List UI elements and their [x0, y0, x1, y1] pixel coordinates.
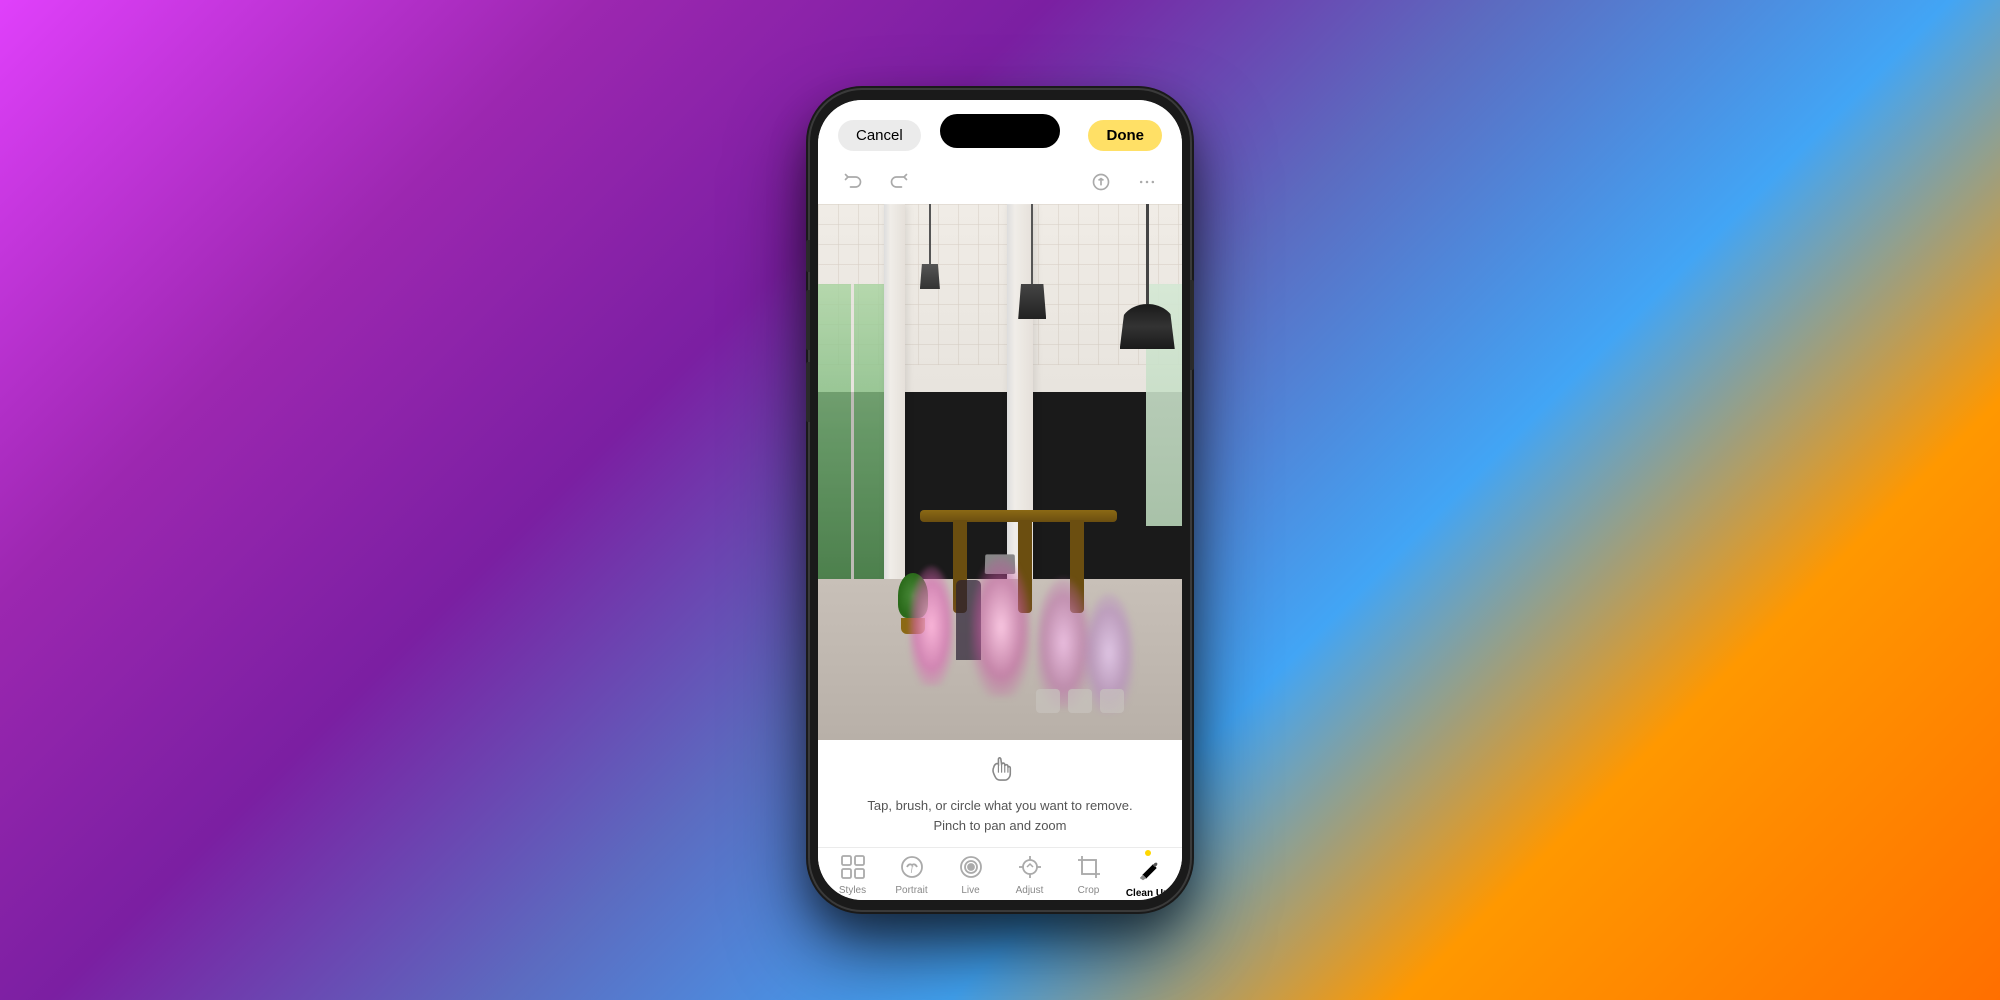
- phone-screen: Cancel Done: [818, 100, 1182, 900]
- adjust-icon: [1016, 853, 1044, 881]
- toolbar-adjust[interactable]: Adjust: [1000, 853, 1059, 896]
- chair-1: [1036, 689, 1060, 713]
- done-button[interactable]: Done: [1088, 120, 1162, 151]
- chair-3: [1100, 689, 1124, 713]
- lamp-right: [1120, 204, 1175, 349]
- edit-icons-left: [838, 167, 914, 197]
- portrait-icon: f: [898, 853, 926, 881]
- toolbar-crop[interactable]: Crop: [1059, 853, 1118, 896]
- lamp-center: [1018, 204, 1046, 319]
- chairs-row: [1036, 633, 1163, 713]
- mute-button: [806, 240, 810, 272]
- adjust-label: Adjust: [1016, 885, 1044, 896]
- styles-label: Styles: [839, 885, 866, 896]
- scene: [818, 204, 1182, 740]
- lamp-left: [920, 204, 940, 289]
- portrait-label: Portrait: [895, 885, 927, 896]
- chair-2: [1068, 689, 1092, 713]
- cleanup-icon: [1134, 856, 1162, 884]
- toolbar-portrait[interactable]: f Portrait: [882, 853, 941, 896]
- window-divider: [851, 284, 854, 579]
- person-2: [971, 557, 1031, 697]
- volume-up-button: [806, 290, 810, 350]
- toolbar: Styles f Portrait: [818, 847, 1182, 900]
- edit-icons-right: [1086, 167, 1162, 197]
- crop-icon: [1075, 853, 1103, 881]
- brush-icon: [976, 750, 1024, 788]
- more-options-button[interactable]: [1132, 167, 1162, 197]
- live-icon: [957, 853, 985, 881]
- redo-button[interactable]: [884, 167, 914, 197]
- edit-icons-row: [818, 160, 1182, 204]
- windows-left: [818, 284, 884, 579]
- toolbar-live[interactable]: Live: [941, 853, 1000, 896]
- phone-wrapper: Cancel Done: [810, 90, 1190, 910]
- styles-icon: [839, 853, 867, 881]
- photo-area[interactable]: [818, 204, 1182, 740]
- edit-text-button[interactable]: [1086, 167, 1116, 197]
- instruction-text: Tap, brush, or circle what you want to r…: [867, 796, 1132, 835]
- undo-button[interactable]: [838, 167, 868, 197]
- live-label: Live: [961, 885, 979, 896]
- person-1: [909, 566, 954, 686]
- dynamic-island: [940, 114, 1060, 148]
- cancel-button[interactable]: Cancel: [838, 120, 921, 151]
- volume-down-button: [806, 362, 810, 422]
- power-button: [1190, 280, 1194, 370]
- crop-label: Crop: [1078, 885, 1100, 896]
- bottom-panel: Tap, brush, or circle what you want to r…: [818, 740, 1182, 900]
